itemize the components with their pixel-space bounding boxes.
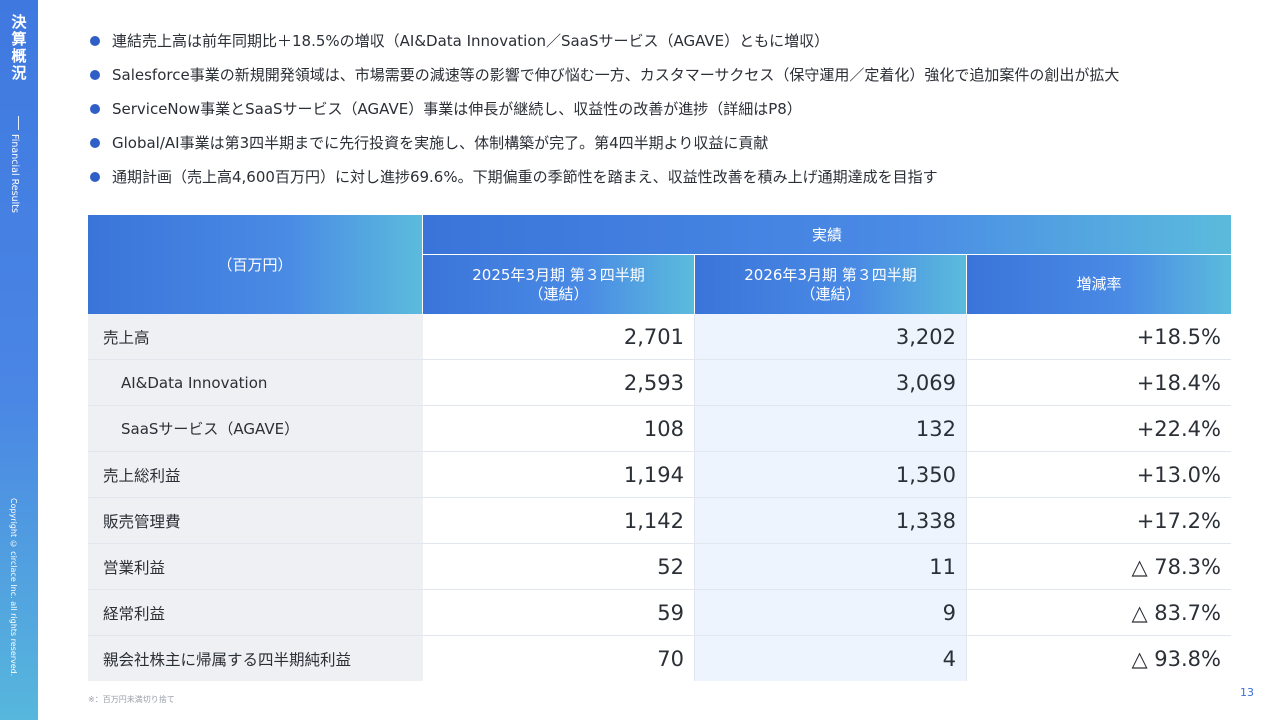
change-rate-cell: △ 83.7% bbox=[967, 590, 1231, 636]
summary-bullet: Salesforce事業の新規開発領域は、市場需要の減速等の影響で伸び悩む一方、… bbox=[90, 64, 1260, 98]
prev-value-cell: 2,593 bbox=[423, 360, 695, 406]
bullet-dot-icon bbox=[90, 70, 100, 80]
summary-bullet-text: 通期計画（売上高4,600百万円）に対し進捗69.6%。下期偏重の季節性を踏まえ… bbox=[112, 168, 938, 186]
prev-value-cell: 70 bbox=[423, 636, 695, 681]
change-rate-column-header: 増減率 bbox=[967, 255, 1231, 314]
summary-bullet: 通期計画（売上高4,600百万円）に対し進捗69.6%。下期偏重の季節性を踏まえ… bbox=[90, 166, 1260, 200]
section-title: 決算概況 bbox=[9, 14, 28, 82]
current-year-column-subtitle: （連結） bbox=[800, 284, 861, 303]
prev-value-cell: 59 bbox=[423, 590, 695, 636]
prev-value-cell: 108 bbox=[423, 406, 695, 452]
row-label: 親会社株主に帰属する四半期純利益 bbox=[88, 636, 423, 681]
bullet-dot-icon bbox=[90, 36, 100, 46]
row-label: 営業利益 bbox=[88, 544, 423, 590]
page-number: 13 bbox=[1240, 686, 1254, 699]
sidebar: 決算概況 Financial Results Copyright © circl… bbox=[0, 0, 38, 720]
summary-bullet: Global/AI事業は第3四半期までに先行投資を実施し、体制構築が完了。第4四… bbox=[90, 132, 1260, 166]
actuals-group-header: 実績 bbox=[423, 215, 1231, 255]
change-rate-cell: +22.4% bbox=[967, 406, 1231, 452]
row-label: 売上総利益 bbox=[88, 452, 423, 498]
current-year-column-header: 2026年3月期 第３四半期 （連結） bbox=[695, 255, 967, 314]
summary-bullet-text: 連結売上高は前年同期比＋18.5%の増収（AI&Data Innovation／… bbox=[112, 32, 830, 50]
row-label: SaaSサービス（AGAVE） bbox=[88, 406, 423, 452]
prev-year-column-subtitle: （連結） bbox=[528, 284, 589, 303]
prev-value-cell: 1,194 bbox=[423, 452, 695, 498]
row-label: 経常利益 bbox=[88, 590, 423, 636]
summary-bullet-list: 連結売上高は前年同期比＋18.5%の増収（AI&Data Innovation／… bbox=[90, 30, 1260, 200]
current-value-cell: 3,069 bbox=[695, 360, 967, 406]
change-rate-cell: +18.5% bbox=[967, 314, 1231, 360]
table-row: SaaSサービス（AGAVE） 108 132 +22.4% bbox=[88, 406, 1231, 452]
table-row: 経常利益 59 9 △ 83.7% bbox=[88, 590, 1231, 636]
unit-header: （百万円） bbox=[88, 215, 423, 314]
current-value-cell: 3,202 bbox=[695, 314, 967, 360]
row-label: 販売管理費 bbox=[88, 498, 423, 544]
current-value-cell: 132 bbox=[695, 406, 967, 452]
row-label: AI&Data Innovation bbox=[88, 360, 423, 406]
current-value-cell: 1,350 bbox=[695, 452, 967, 498]
summary-bullet-text: ServiceNow事業とSaaSサービス（AGAVE）事業は伸長が継続し、収益… bbox=[112, 100, 802, 118]
financial-results-table: （百万円） 実績 2025年3月期 第３四半期 （連結） 2026年3月期 第３… bbox=[88, 215, 1231, 681]
table-row: 売上総利益 1,194 1,350 +13.0% bbox=[88, 452, 1231, 498]
bullet-dot-icon bbox=[90, 104, 100, 114]
current-value-cell: 9 bbox=[695, 590, 967, 636]
summary-bullet-text: Global/AI事業は第3四半期までに先行投資を実施し、体制構築が完了。第4四… bbox=[112, 134, 769, 152]
sidebar-divider bbox=[18, 116, 19, 130]
current-value-cell: 4 bbox=[695, 636, 967, 681]
summary-bullet: ServiceNow事業とSaaSサービス（AGAVE）事業は伸長が継続し、収益… bbox=[90, 98, 1260, 132]
current-value-cell: 1,338 bbox=[695, 498, 967, 544]
prev-value-cell: 2,701 bbox=[423, 314, 695, 360]
row-label: 売上高 bbox=[88, 314, 423, 360]
change-rate-cell: △ 93.8% bbox=[967, 636, 1231, 681]
section-subtitle: Financial Results bbox=[9, 134, 20, 213]
table-row: 親会社株主に帰属する四半期純利益 70 4 △ 93.8% bbox=[88, 636, 1231, 681]
bullet-dot-icon bbox=[90, 172, 100, 182]
table-row: 販売管理費 1,142 1,338 +17.2% bbox=[88, 498, 1231, 544]
summary-bullet-text: Salesforce事業の新規開発領域は、市場需要の減速等の影響で伸び悩む一方、… bbox=[112, 66, 1120, 84]
table-row: AI&Data Innovation 2,593 3,069 +18.4% bbox=[88, 360, 1231, 406]
change-rate-cell: +18.4% bbox=[967, 360, 1231, 406]
change-rate-cell: +13.0% bbox=[967, 452, 1231, 498]
change-rate-cell: △ 78.3% bbox=[967, 544, 1231, 590]
prev-value-cell: 52 bbox=[423, 544, 695, 590]
table-row: 営業利益 52 11 △ 78.3% bbox=[88, 544, 1231, 590]
current-value-cell: 11 bbox=[695, 544, 967, 590]
bullet-dot-icon bbox=[90, 138, 100, 148]
summary-bullet: 連結売上高は前年同期比＋18.5%の増収（AI&Data Innovation／… bbox=[90, 30, 1260, 64]
copyright-text: Copyright © circlace Inc. all rights res… bbox=[9, 498, 18, 677]
prev-year-column-title: 2025年3月期 第３四半期 bbox=[472, 265, 645, 284]
prev-value-cell: 1,142 bbox=[423, 498, 695, 544]
footnote: ※：百万円未満切り捨て bbox=[88, 695, 175, 704]
prev-year-column-header: 2025年3月期 第３四半期 （連結） bbox=[423, 255, 695, 314]
change-rate-cell: +17.2% bbox=[967, 498, 1231, 544]
table-row: 売上高 2,701 3,202 +18.5% bbox=[88, 314, 1231, 360]
current-year-column-title: 2026年3月期 第３四半期 bbox=[744, 265, 917, 284]
